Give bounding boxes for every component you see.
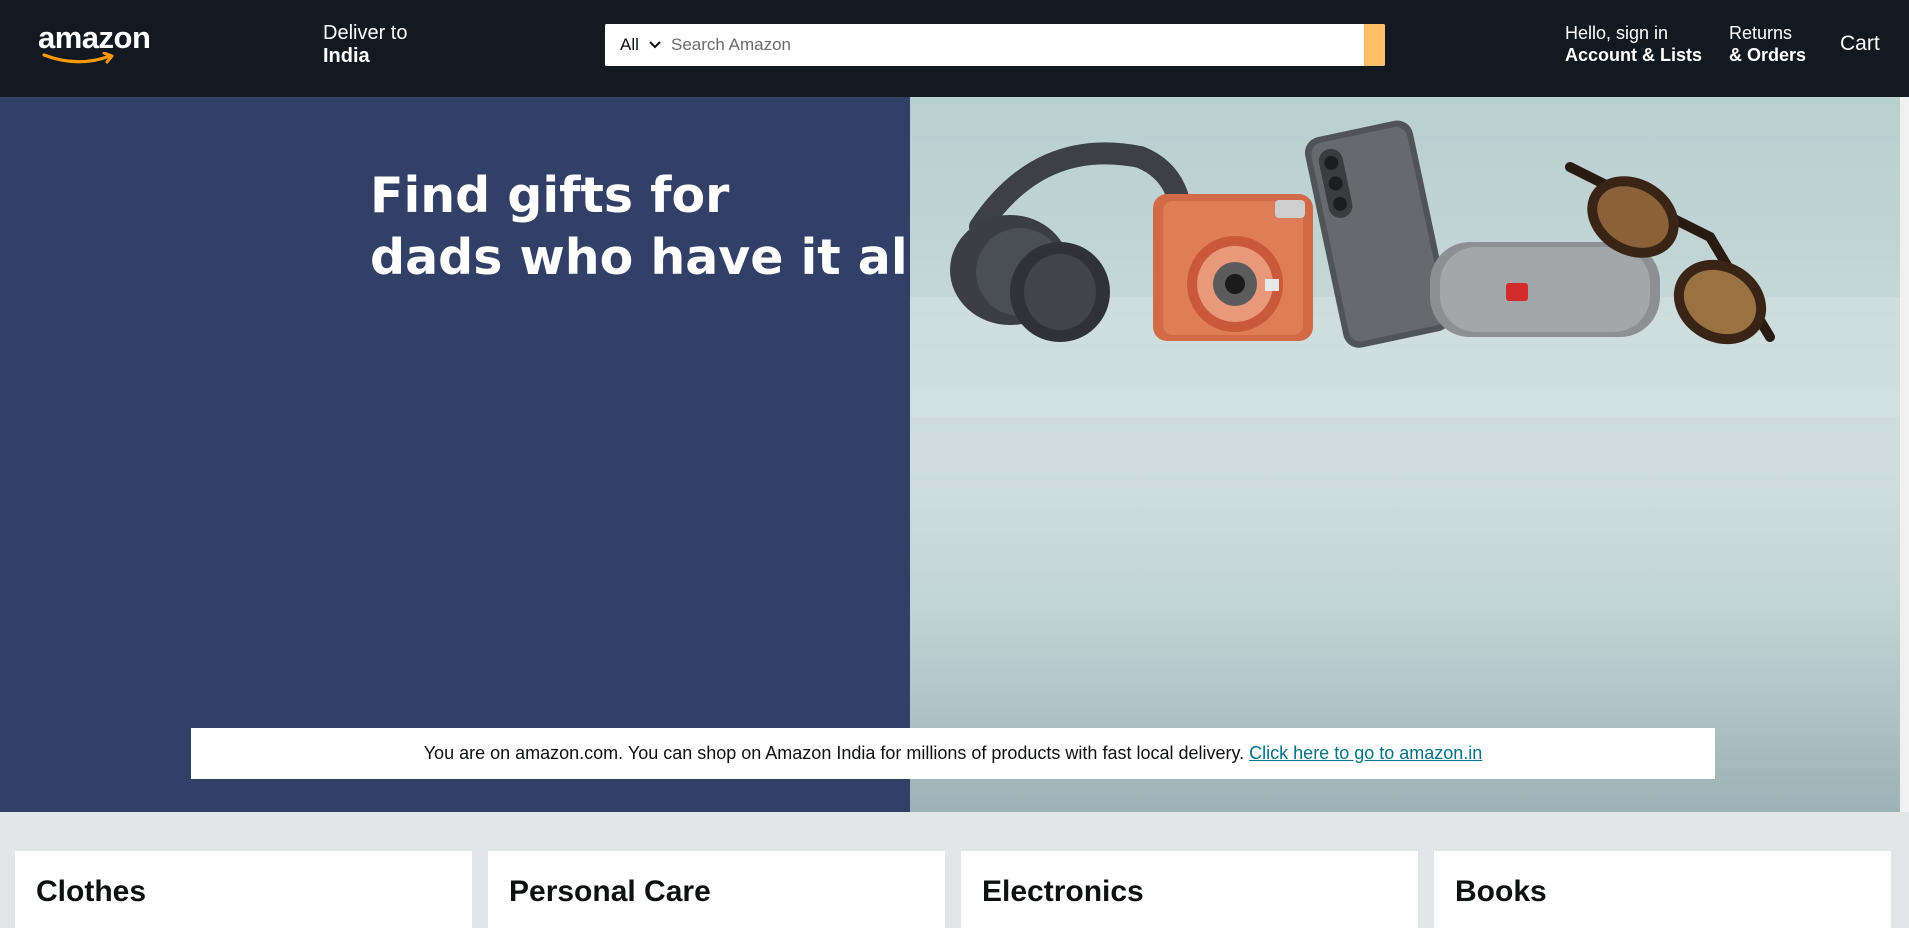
page-edge-strip xyxy=(1900,97,1909,812)
search-bar: All xyxy=(605,24,1385,66)
amazon-home-page: amazon Deliver to India All Hello, sign … xyxy=(0,0,1909,928)
chevron-down-icon xyxy=(649,41,661,49)
deliver-to-location[interactable]: Deliver to India xyxy=(323,22,407,68)
logo-wordmark: amazon xyxy=(38,20,151,55)
category-card-clothes[interactable]: Clothes xyxy=(15,851,472,928)
logo-smile-icon xyxy=(42,52,114,64)
top-nav-bar: amazon Deliver to India All Hello, sign … xyxy=(0,0,1909,97)
hero-product-image[interactable] xyxy=(910,97,1909,812)
search-category-label: All xyxy=(620,35,639,54)
amazon-logo[interactable]: amazon xyxy=(38,20,151,64)
search-category-dropdown[interactable]: All xyxy=(605,24,671,66)
region-notice-banner: You are on amazon.com. You can shop on A… xyxy=(191,728,1715,779)
hero-title: Find gifts for dads who have it all xyxy=(370,165,924,289)
category-card-title: Books xyxy=(1455,875,1547,908)
account-greeting: Hello, sign in xyxy=(1565,23,1669,43)
account-and-lists-menu[interactable]: Hello, sign in Account & Lists xyxy=(1565,22,1702,66)
deliver-to-country: India xyxy=(323,45,370,67)
category-card-electronics[interactable]: Electronics xyxy=(961,851,1418,928)
search-button[interactable] xyxy=(1364,24,1385,66)
account-lists-label: Account & Lists xyxy=(1565,45,1703,65)
region-notice-text: You are on amazon.com. You can shop on A… xyxy=(423,743,1245,763)
category-card-personal-care[interactable]: Personal Care xyxy=(488,851,945,928)
search-input[interactable] xyxy=(671,24,1364,66)
category-card-title: Personal Care xyxy=(509,875,711,908)
category-card-title: Electronics xyxy=(982,875,1144,908)
cart-link[interactable]: Cart xyxy=(1840,32,1880,56)
category-card-title: Clothes xyxy=(36,875,147,908)
category-card-books[interactable]: Books xyxy=(1434,851,1891,928)
deliver-to-label: Deliver to xyxy=(323,22,408,44)
orders-label: & Orders xyxy=(1729,45,1807,65)
returns-and-orders-link[interactable]: Returns & Orders xyxy=(1729,22,1806,66)
hero-title-line-1: Find gifts for xyxy=(370,167,730,224)
instant-camera-image xyxy=(1153,194,1313,341)
returns-label: Returns xyxy=(1729,23,1793,43)
hero-title-line-2: dads who have it all xyxy=(370,229,925,286)
bluetooth-speaker-image xyxy=(1430,242,1660,337)
gift-products-illustration xyxy=(910,120,1909,417)
go-to-amazon-in-link[interactable]: Click here to go to amazon.in xyxy=(1249,743,1482,764)
